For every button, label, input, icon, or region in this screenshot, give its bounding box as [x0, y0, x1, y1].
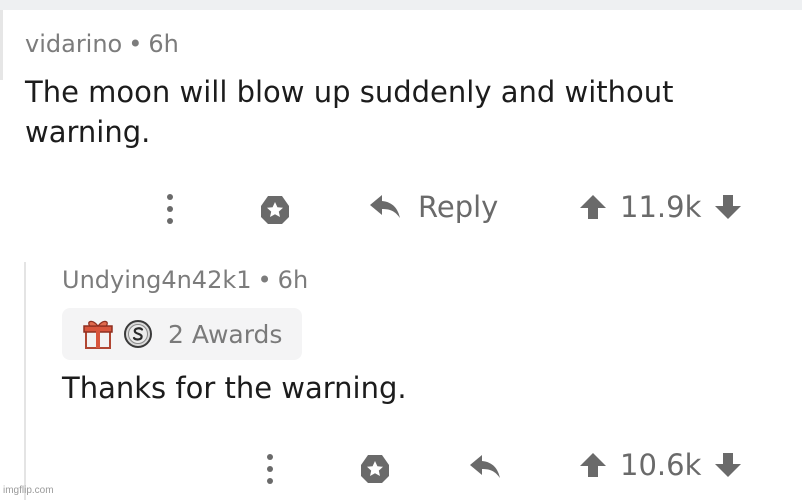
reply-thread-line[interactable]: [24, 262, 26, 500]
timestamp[interactable]: 6h: [278, 266, 308, 294]
reply-body: Thanks for the warning.: [62, 371, 407, 405]
gift-award-icon: [83, 320, 113, 349]
meta-separator: •: [257, 266, 272, 294]
comment-meta: vidarino • 6h: [25, 30, 179, 58]
awards-badge[interactable]: 2 Awards: [62, 308, 302, 360]
downvote-icon[interactable]: [713, 192, 743, 222]
reply-button[interactable]: [468, 452, 502, 482]
reply-button[interactable]: Reply: [368, 190, 498, 224]
upvote-icon[interactable]: [578, 450, 608, 480]
vote-controls: 10.6k: [578, 448, 743, 482]
comment-body: The moon will blow up suddenly and witho…: [25, 75, 674, 149]
vote-score: 10.6k: [620, 448, 702, 482]
top-bar: [0, 0, 802, 10]
reply-arrow-icon: [370, 195, 400, 218]
awards-count: 2 Awards: [168, 319, 283, 349]
meta-separator: •: [128, 30, 143, 58]
reply-label: Reply: [418, 190, 499, 224]
more-options-button[interactable]: [258, 453, 282, 485]
reply-arrow-icon: [470, 455, 500, 478]
give-award-button[interactable]: [358, 452, 392, 486]
vote-score: 11.9k: [620, 190, 702, 224]
timestamp[interactable]: 6h: [148, 30, 178, 58]
username[interactable]: Undying4n42k1: [62, 266, 252, 294]
more-options-icon: [267, 454, 273, 484]
more-options-icon: [167, 194, 173, 224]
downvote-icon[interactable]: [713, 450, 743, 480]
award-icon: [361, 455, 389, 483]
more-options-button[interactable]: [158, 193, 182, 225]
give-award-button[interactable]: [258, 193, 292, 227]
username[interactable]: vidarino: [25, 30, 122, 58]
reply-meta: Undying4n42k1 • 6h: [62, 266, 308, 294]
thread-line[interactable]: [0, 10, 3, 80]
silver-award-icon: [124, 320, 152, 348]
watermark: imgflip.com: [3, 485, 54, 496]
upvote-icon[interactable]: [578, 192, 608, 222]
award-icon: [261, 196, 289, 224]
vote-controls: 11.9k: [578, 190, 743, 224]
